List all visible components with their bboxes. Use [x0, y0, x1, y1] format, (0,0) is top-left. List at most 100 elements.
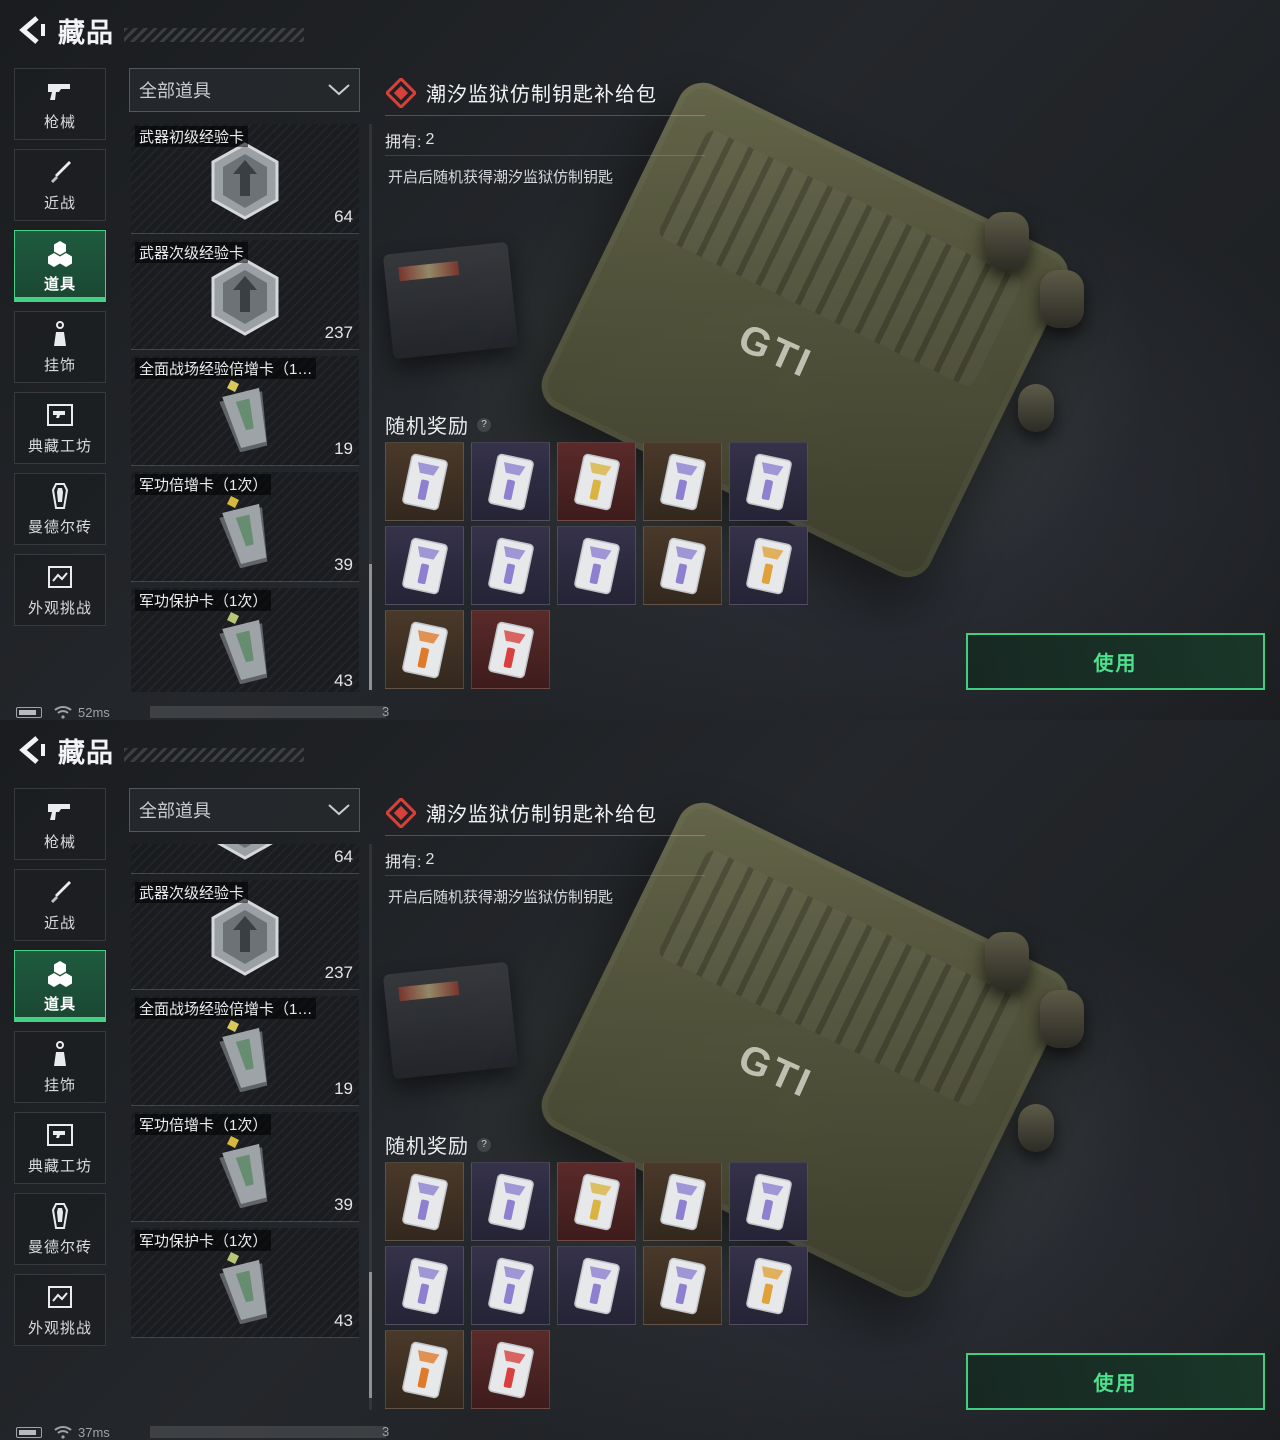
reward-tile[interactable]: [729, 1246, 808, 1325]
scroll-thumb[interactable]: [369, 564, 372, 690]
sidebar-item-3[interactable]: 挂饰: [14, 1031, 106, 1103]
use-button[interactable]: 使用: [966, 1353, 1265, 1410]
reward-tile[interactable]: [557, 526, 636, 605]
card-icon: [487, 1257, 534, 1314]
sidebar-item-6[interactable]: 外观挑战: [14, 1274, 106, 1346]
card-icon: [487, 621, 534, 678]
item-name: 军功倍增卡（1次）: [135, 1114, 272, 1135]
help-icon[interactable]: ?: [477, 1137, 491, 1152]
reward-tile[interactable]: [471, 1246, 550, 1325]
sidebar-item-1[interactable]: 近战: [14, 869, 106, 941]
status-redacted: [150, 1426, 386, 1438]
sidebar-item-0[interactable]: 枪械: [14, 788, 106, 860]
sidebar-item-4[interactable]: 典藏工坊: [14, 392, 106, 464]
chevron-down-icon: [319, 68, 359, 112]
card-icon: [401, 1257, 448, 1314]
item-card[interactable]: 军功保护卡（1次） 43: [131, 588, 359, 692]
sidebar-item-label: 近战: [43, 194, 76, 212]
weapon-exp-card-icon: [209, 142, 281, 220]
card-icon: [573, 1173, 620, 1230]
filter-label: 全部道具: [139, 81, 211, 101]
item-card[interactable]: 武器初级经验卡64: [131, 124, 359, 234]
reward-tile[interactable]: [471, 1162, 550, 1241]
reward-tile[interactable]: [643, 526, 722, 605]
sidebar-item-1[interactable]: 近战: [14, 149, 106, 221]
use-button-label: 使用: [1093, 1373, 1138, 1395]
card-icon: [401, 621, 448, 678]
card-icon: [745, 537, 792, 594]
case-logo: GTI: [732, 315, 820, 387]
radio-prop: [382, 241, 519, 360]
filter-dropdown[interactable]: 全部道具: [129, 788, 360, 832]
item-card[interactable]: 军功倍增卡（1次） 39: [131, 472, 359, 582]
ping-readout: 37ms: [78, 1424, 110, 1440]
item-card[interactable]: 武器初级经验卡64: [131, 844, 359, 874]
sidebar-item-label: 典藏工坊: [27, 437, 92, 455]
item-card[interactable]: 军功倍增卡（1次） 39: [131, 1112, 359, 1222]
card-icon: [573, 537, 620, 594]
item-card[interactable]: 武器次级经验卡 237: [131, 240, 359, 350]
grenade-prop: [985, 932, 1029, 990]
filter-dropdown[interactable]: 全部道具: [129, 68, 360, 112]
wifi-icon: [54, 705, 72, 719]
reward-tile[interactable]: [471, 442, 550, 521]
brick-icon: [46, 482, 74, 510]
use-button[interactable]: 使用: [966, 633, 1265, 690]
sidebar-item-6[interactable]: 外观挑战: [14, 554, 106, 626]
card-icon: [401, 537, 448, 594]
owned-label: 拥有:: [385, 133, 422, 151]
reward-tile[interactable]: [643, 1162, 722, 1241]
list-scrollbar[interactable]: [369, 844, 372, 1410]
reward-tile[interactable]: [385, 610, 464, 689]
use-button-label: 使用: [1093, 653, 1138, 675]
status-tail: 3: [382, 1424, 390, 1439]
reward-tile[interactable]: [557, 1162, 636, 1241]
item-count: 43: [334, 671, 353, 690]
help-icon[interactable]: ?: [477, 417, 491, 432]
item-card[interactable]: 全面战场经验倍增卡（1… 19: [131, 996, 359, 1106]
reward-tile[interactable]: [643, 1246, 722, 1325]
status-bar: 37ms 3: [16, 1424, 389, 1440]
sidebar-item-0[interactable]: 枪械: [14, 68, 106, 140]
reward-tile[interactable]: [729, 1162, 808, 1241]
reward-tile[interactable]: [729, 442, 808, 521]
back-button[interactable]: [14, 732, 48, 768]
item-list[interactable]: 武器初级经验卡64武器次级经验卡237全面战场经验倍增卡（1…19军功倍增卡（1…: [131, 844, 359, 1412]
item-card[interactable]: 全面战场经验倍增卡（1… 19: [131, 356, 359, 466]
owned-value: 2: [425, 850, 435, 868]
reward-tile[interactable]: [385, 526, 464, 605]
list-scrollbar[interactable]: [369, 124, 372, 690]
reward-tile[interactable]: [385, 442, 464, 521]
charm-icon: [46, 320, 74, 348]
sidebar-item-3[interactable]: 挂饰: [14, 311, 106, 383]
item-name: 全面战场经验倍增卡（1…: [135, 358, 317, 379]
reward-tile[interactable]: [643, 442, 722, 521]
reward-heading: 随机奖励?: [385, 410, 491, 439]
item-count: 64: [334, 207, 353, 226]
item-card[interactable]: 军功保护卡（1次） 43: [131, 1228, 359, 1338]
item-name: 军功倍增卡（1次）: [135, 474, 272, 495]
scroll-thumb[interactable]: [369, 1272, 372, 1398]
reward-tile[interactable]: [729, 526, 808, 605]
reward-tile[interactable]: [557, 442, 636, 521]
back-button[interactable]: [14, 12, 48, 48]
reward-tile[interactable]: [557, 1246, 636, 1325]
item-card[interactable]: 武器次级经验卡 237: [131, 880, 359, 990]
reward-tile[interactable]: [471, 1330, 550, 1409]
sidebar-item-5[interactable]: 曼德尔砖: [14, 473, 106, 545]
sidebar-item-2[interactable]: 道具: [14, 950, 106, 1022]
item-list[interactable]: 武器初级经验卡64武器次级经验卡237全面战场经验倍增卡（1…19军功倍增卡（1…: [131, 124, 359, 692]
reward-tile[interactable]: [471, 526, 550, 605]
sidebar-item-5[interactable]: 曼德尔砖: [14, 1193, 106, 1265]
chevron-down-icon: [319, 788, 359, 832]
sidebar-item-label: 道具: [43, 275, 76, 293]
reward-tile[interactable]: [471, 610, 550, 689]
sidebar-item-4[interactable]: 典藏工坊: [14, 1112, 106, 1184]
battery-icon: [16, 706, 42, 718]
merit-protect-card-icon: [209, 606, 281, 685]
reward-tile[interactable]: [385, 1330, 464, 1409]
weapon-exp-card-icon: [209, 258, 281, 336]
sidebar-item-2[interactable]: 道具: [14, 230, 106, 302]
reward-tile[interactable]: [385, 1246, 464, 1325]
reward-tile[interactable]: [385, 1162, 464, 1241]
